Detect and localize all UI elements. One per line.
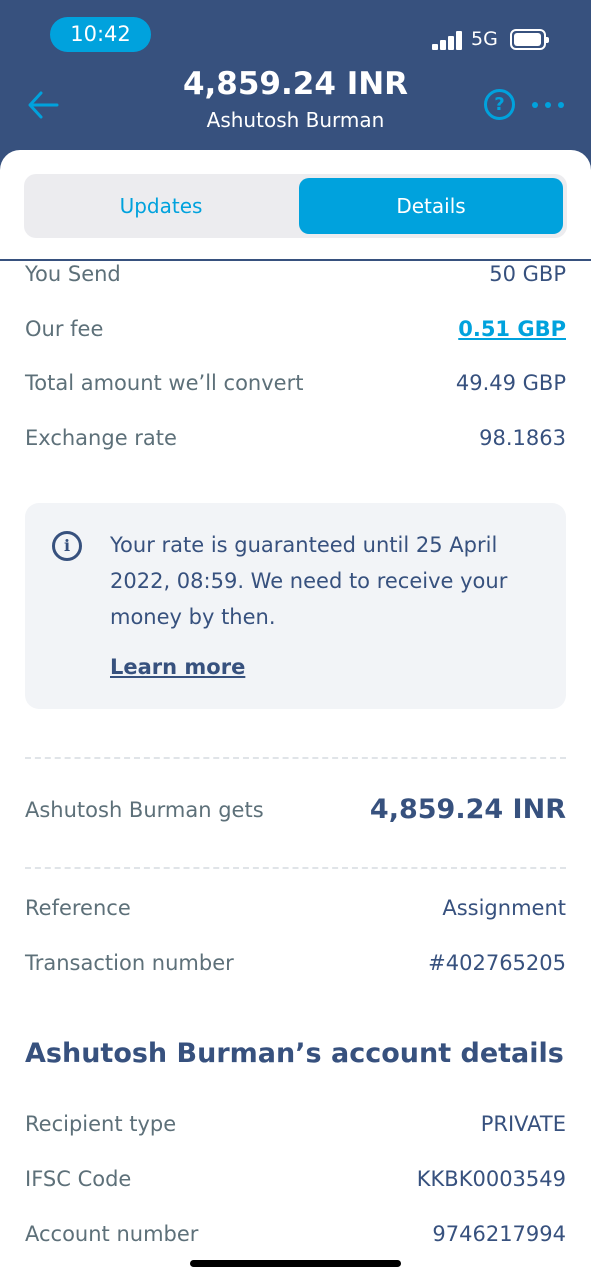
detail-value: KKBK0003549: [416, 1167, 566, 1191]
detail-label: Reference: [25, 896, 131, 920]
detail-row-transaction-number: Transaction number #402765205: [25, 951, 566, 981]
rate-notice-text: Your rate is guaranteed until 25 April 2…: [110, 533, 508, 629]
status-bar: 10:42 5G: [0, 0, 591, 60]
tab-details[interactable]: Details: [299, 178, 563, 234]
tab-updates[interactable]: Updates: [28, 178, 294, 234]
detail-value: PRIVATE: [480, 1112, 566, 1136]
detail-row-recipient-type: Recipient type PRIVATE: [25, 1112, 566, 1142]
detail-value: #402765205: [428, 951, 566, 975]
signal-icon: [432, 30, 464, 50]
recipient-gets-label: Ashutosh Burman gets: [25, 798, 264, 822]
detail-label: Recipient type: [25, 1112, 177, 1136]
rate-guarantee-notice: i Your rate is guaranteed until 25 April…: [25, 503, 566, 709]
detail-label: You Send: [25, 262, 121, 286]
detail-row-you-send: You Send 50 GBP: [25, 262, 566, 292]
detail-row-account-number: Account number 9746217994: [25, 1222, 566, 1252]
detail-value: 98.1863: [479, 426, 566, 450]
network-label: 5G: [471, 28, 498, 50]
account-details-title: Ashutosh Burman’s account details: [25, 1038, 564, 1069]
battery-icon: [510, 29, 549, 50]
info-icon: i: [52, 531, 82, 561]
app-header: 10:42 5G 4,859.24 INR Ashutosh Burman ?: [0, 0, 591, 175]
tab-switcher: Updates Details: [24, 174, 567, 238]
home-indicator[interactable]: [190, 1260, 401, 1267]
learn-more-link[interactable]: Learn more: [110, 655, 245, 679]
detail-row-reference: Reference Assignment: [25, 896, 566, 926]
detail-row-total-convert: Total amount we’ll convert 49.49 GBP: [25, 371, 566, 401]
recipient-gets-row: Ashutosh Burman gets 4,859.24 INR: [25, 794, 566, 828]
detail-row-exchange-rate: Exchange rate 98.1863: [25, 426, 566, 456]
more-icon[interactable]: [532, 102, 564, 108]
status-time: 10:42: [50, 17, 151, 52]
detail-value: 50 GBP: [489, 262, 566, 286]
detail-row-fee: Our fee 0.51 GBP: [25, 317, 566, 347]
fee-link[interactable]: 0.51 GBP: [458, 317, 566, 341]
detail-value: Assignment: [442, 896, 566, 920]
detail-label: Account number: [25, 1222, 199, 1246]
detail-value: 49.49 GBP: [455, 371, 566, 395]
detail-value: 9746217994: [432, 1222, 566, 1246]
help-icon[interactable]: ?: [484, 89, 515, 120]
detail-label: Exchange rate: [25, 426, 177, 450]
detail-label: Our fee: [25, 317, 104, 341]
detail-label: Total amount we’ll convert: [25, 371, 304, 395]
recipient-gets-amount: 4,859.24 INR: [369, 794, 566, 825]
details-sheet: Updates Details You Send 50 GBP Our fee …: [0, 150, 591, 1280]
detail-label: Transaction number: [25, 951, 234, 975]
scroll-divider: [0, 259, 591, 261]
detail-row-ifsc-code: IFSC Code KKBK0003549: [25, 1167, 566, 1197]
divider: [25, 867, 566, 869]
divider: [25, 757, 566, 759]
detail-label: IFSC Code: [25, 1167, 132, 1191]
